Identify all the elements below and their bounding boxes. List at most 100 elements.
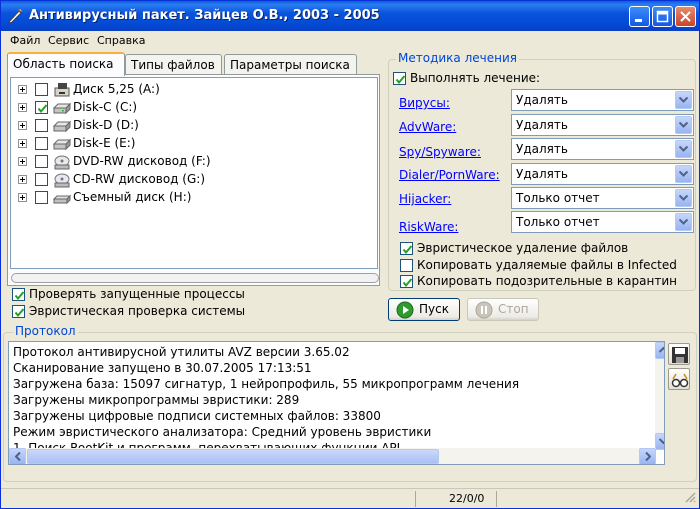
drive-checkbox[interactable] xyxy=(35,83,48,96)
stop-label: Стоп xyxy=(498,302,529,316)
maximize-button[interactable] xyxy=(652,6,673,27)
drive-label: Disk-C (C:) xyxy=(73,100,138,114)
drive-checkbox[interactable] xyxy=(35,155,48,168)
hijacker-select[interactable]: Только отчет xyxy=(511,187,694,209)
start-label: Пуск xyxy=(419,302,449,316)
tab-file-types[interactable]: Типы файлов xyxy=(125,54,222,76)
menu-bar: Файл Сервис Справка xyxy=(1,31,699,50)
menu-help[interactable]: Справка xyxy=(97,34,145,47)
tree-row-f[interactable]: DVD-RW дисковод (F:) xyxy=(11,153,371,171)
log-line: Режим эвристического анализатора: Средни… xyxy=(13,425,432,439)
tree-row-a[interactable]: Диск 5,25 (A:) xyxy=(11,81,371,99)
expand-icon[interactable] xyxy=(18,85,27,94)
checkbox-label: Эвристическое удаление файлов xyxy=(417,241,629,255)
adware-link[interactable]: AdvWare: xyxy=(399,120,456,134)
viruses-link[interactable]: Вирусы: xyxy=(399,96,450,110)
checkbox[interactable] xyxy=(393,72,406,85)
drive-checkbox[interactable] xyxy=(35,173,48,186)
checkbox[interactable] xyxy=(12,305,25,318)
adware-select[interactable]: Удалять xyxy=(511,114,694,136)
stop-button[interactable]: Стоп xyxy=(467,298,539,321)
scroll-up-icon[interactable] xyxy=(655,342,664,359)
chevron-down-icon[interactable] xyxy=(675,116,692,134)
enable-treatment-check[interactable]: Выполнять лечение: xyxy=(393,71,553,87)
expand-icon[interactable] xyxy=(18,175,27,184)
select-value: Удалять xyxy=(516,118,568,132)
hijacker-link[interactable]: Hijacker: xyxy=(399,192,451,206)
drive-tree[interactable]: Диск 5,25 (A:) Disk-C (C:) Disk-D (D:) D… xyxy=(10,77,378,269)
tab-search-area[interactable]: Область поиска xyxy=(7,52,125,76)
checkbox-label: Выполнять лечение: xyxy=(410,71,541,85)
save-log-button[interactable] xyxy=(668,343,690,365)
resize-grip-icon[interactable] xyxy=(684,491,696,506)
riskware-link[interactable]: RiskWare: xyxy=(399,220,458,234)
dialer-link[interactable]: Dialer/PornWare: xyxy=(399,168,500,182)
hard-disk-icon xyxy=(52,136,72,152)
select-value: Только отчет xyxy=(516,215,600,229)
title-bar[interactable]: Антивирусный пакет. Зайцев О.В., 2003 - … xyxy=(1,1,699,31)
log-line: Протокол антивирусной утилиты AVZ версии… xyxy=(13,345,350,359)
drive-label: Диск 5,25 (A:) xyxy=(73,82,160,96)
scroll-thumb[interactable] xyxy=(27,449,439,464)
minimize-button[interactable] xyxy=(629,6,650,27)
optical-drive-icon xyxy=(53,172,71,188)
scroll-right-icon[interactable] xyxy=(639,448,656,464)
copy-infected-check[interactable]: Копировать удаляемые файлы в Infected xyxy=(400,258,690,274)
viruses-select[interactable]: Удалять xyxy=(511,89,694,111)
drive-label: CD-RW дисковод (G:) xyxy=(73,172,205,186)
tree-row-g[interactable]: CD-RW дисковод (G:) xyxy=(11,171,371,189)
drive-label: DVD-RW дисковод (F:) xyxy=(73,154,211,168)
expand-icon[interactable] xyxy=(18,193,27,202)
select-value: Удалять xyxy=(516,142,568,156)
checkbox[interactable] xyxy=(400,242,413,255)
scroll-down-icon[interactable] xyxy=(655,433,664,450)
drive-checkbox[interactable] xyxy=(35,191,48,204)
chevron-down-icon[interactable] xyxy=(675,140,692,158)
chevron-down-icon[interactable] xyxy=(675,165,692,183)
view-log-button[interactable] xyxy=(668,368,690,390)
status-cell xyxy=(496,491,684,507)
scroll-left-icon[interactable] xyxy=(9,448,26,464)
menu-service[interactable]: Сервис xyxy=(48,34,89,47)
copy-quarantine-check[interactable]: Копировать подозрительные в карантин xyxy=(400,274,690,290)
start-button[interactable]: Пуск xyxy=(388,298,460,321)
checkbox[interactable] xyxy=(400,259,413,272)
expand-icon[interactable] xyxy=(18,103,27,112)
tree-row-d[interactable]: Disk-D (D:) xyxy=(11,117,371,135)
tree-horizontal-scrollbar[interactable] xyxy=(11,273,379,283)
main-window: Антивирусный пакет. Зайцев О.В., 2003 - … xyxy=(0,0,700,509)
tree-row-h[interactable]: Съемный диск (H:) xyxy=(11,189,371,207)
log-line: Загружены цифровые подписи системных фай… xyxy=(13,409,381,423)
close-button[interactable] xyxy=(675,6,696,27)
checkbox[interactable] xyxy=(12,288,25,301)
tree-row-c[interactable]: Disk-C (C:) xyxy=(11,99,371,117)
expand-icon[interactable] xyxy=(18,121,27,130)
heuristic-delete-check[interactable]: Эвристическое удаление файлов xyxy=(400,241,690,257)
drive-checkbox[interactable] xyxy=(35,119,48,132)
chevron-down-icon[interactable] xyxy=(675,213,692,231)
spyware-select[interactable]: Удалять xyxy=(511,138,694,160)
checkmark-icon xyxy=(395,75,406,85)
drive-label: Disk-D (D:) xyxy=(73,118,139,132)
protocol-log[interactable]: Протокол антивирусной утилиты AVZ версии… xyxy=(8,341,665,465)
log-vertical-scrollbar[interactable] xyxy=(655,342,664,450)
check-running-processes[interactable]: Проверять запущенные процессы xyxy=(12,287,272,303)
dialer-select[interactable]: Удалять xyxy=(511,163,694,185)
window-title: Антивирусный пакет. Зайцев О.В., 2003 - … xyxy=(29,8,380,23)
treatment-group-title: Методика лечения xyxy=(396,51,519,65)
log-horizontal-scrollbar[interactable] xyxy=(9,448,656,464)
riskware-select[interactable]: Только отчет xyxy=(511,211,694,233)
drive-label: Съемный диск (H:) xyxy=(73,190,192,204)
check-heuristic-system[interactable]: Эвристическая проверка системы xyxy=(12,304,272,320)
tab-search-params[interactable]: Параметры поиска xyxy=(224,54,357,76)
menu-file[interactable]: Файл xyxy=(10,34,40,47)
checkbox[interactable] xyxy=(400,275,413,288)
spyware-link[interactable]: Spy/Spyware: xyxy=(399,145,481,159)
tree-row-e[interactable]: Disk-E (E:) xyxy=(11,135,371,153)
drive-checkbox[interactable] xyxy=(35,101,48,114)
expand-icon[interactable] xyxy=(18,157,27,166)
drive-checkbox[interactable] xyxy=(35,137,48,150)
expand-icon[interactable] xyxy=(18,139,27,148)
chevron-down-icon[interactable] xyxy=(675,189,692,207)
chevron-down-icon[interactable] xyxy=(675,91,692,109)
